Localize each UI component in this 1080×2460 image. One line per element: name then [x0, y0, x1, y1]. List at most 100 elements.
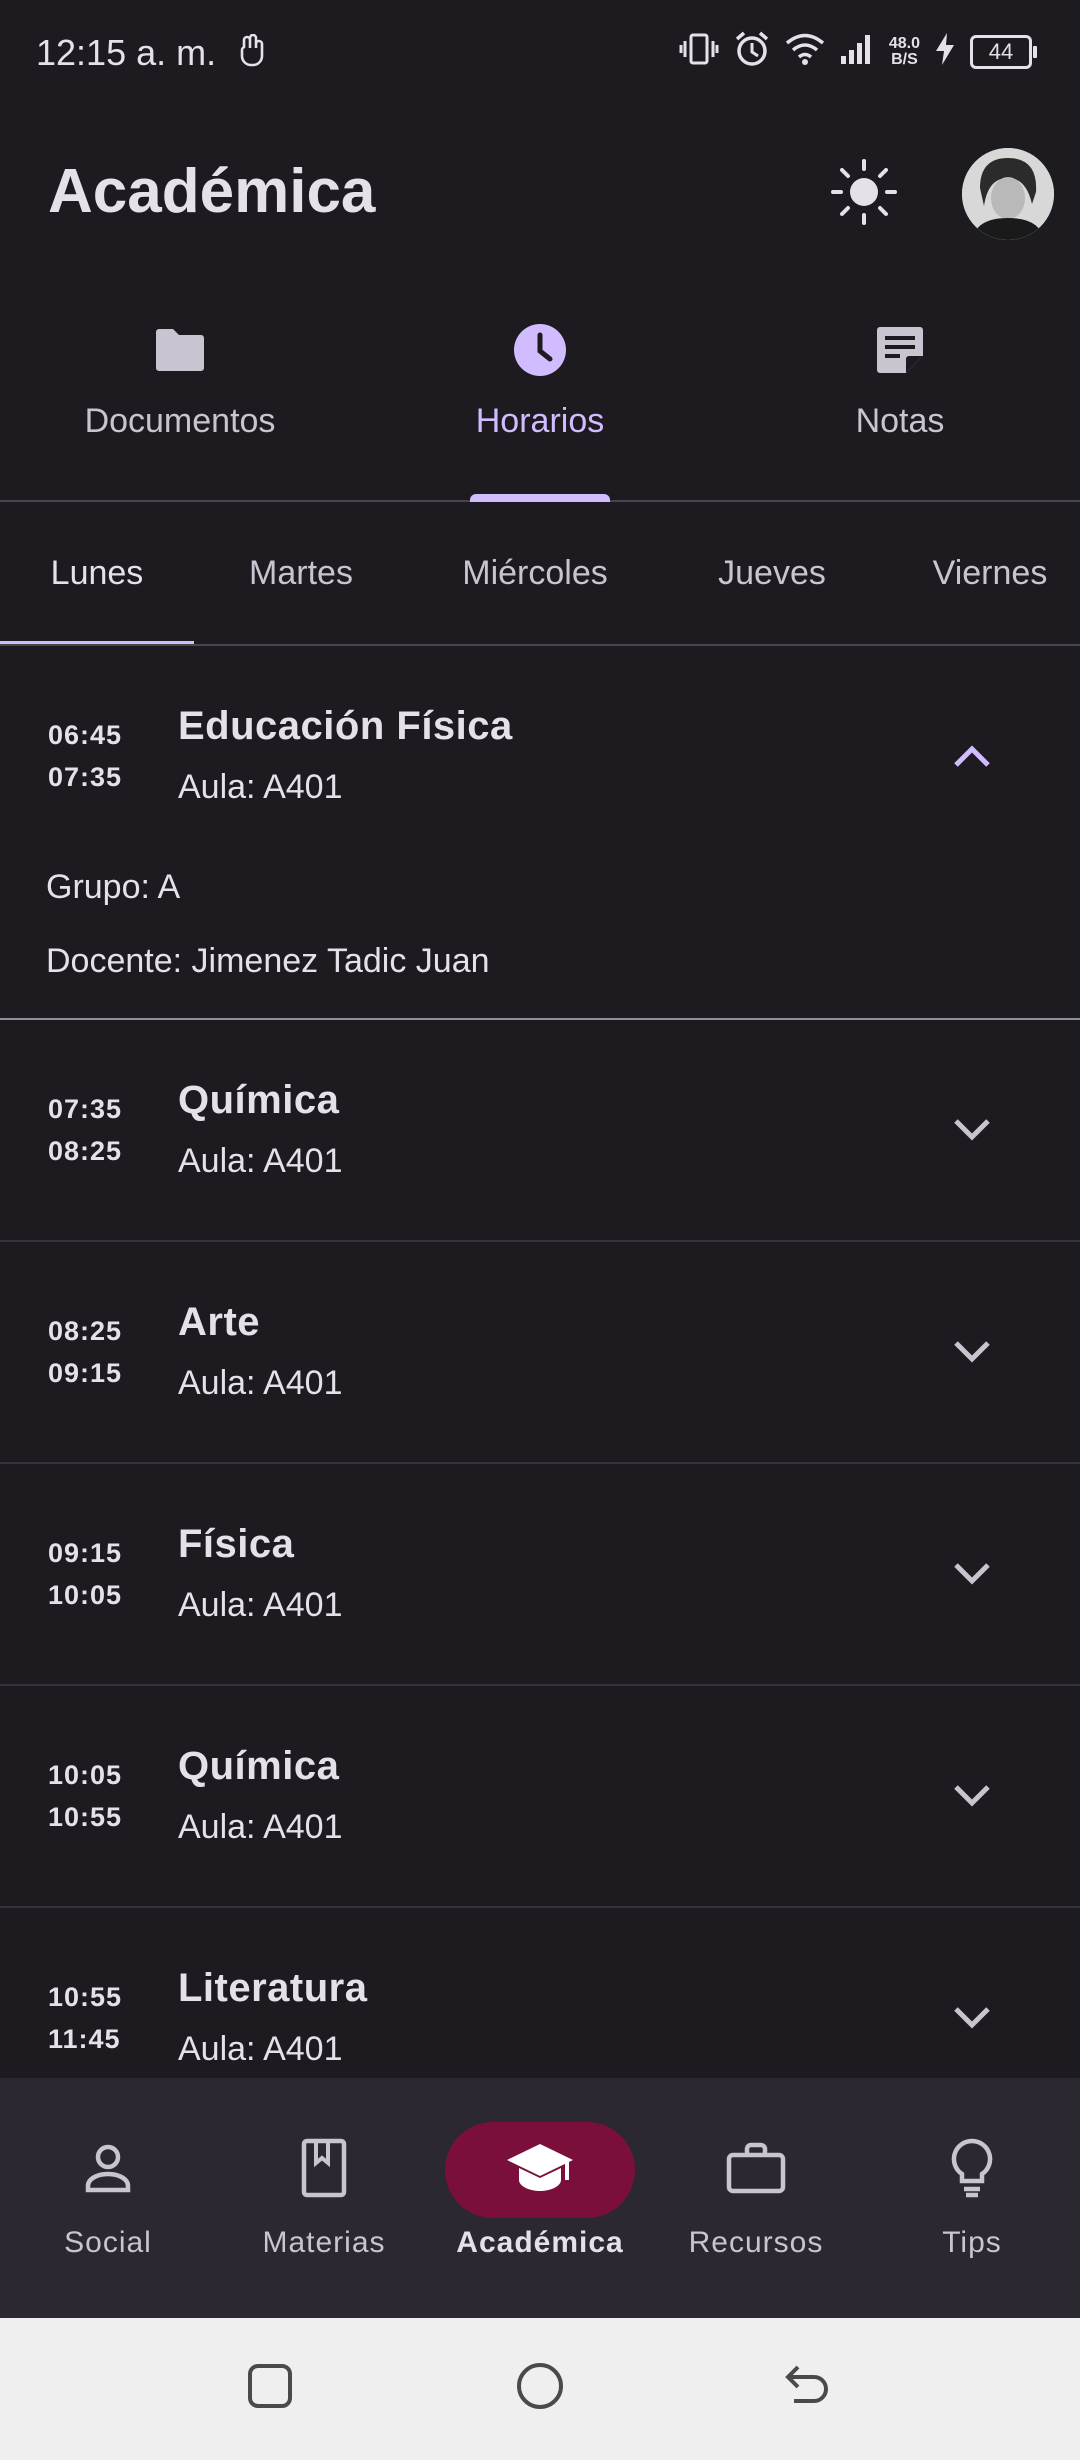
end-time: 09:15	[48, 1358, 123, 1388]
book-icon	[296, 2138, 352, 2203]
status-time: 12:15 a. m.	[36, 32, 217, 73]
graduation-cap-icon	[505, 2140, 575, 2201]
collapse-button[interactable]	[946, 732, 998, 784]
nav-item-academica[interactable]: Académica	[432, 2078, 648, 2318]
expand-button[interactable]	[946, 1550, 998, 1602]
app-bar: Académica	[0, 110, 1080, 280]
day-tab-label: Viernes	[932, 553, 1048, 592]
end-time: 07:35	[48, 762, 123, 792]
chevron-down-icon	[952, 1783, 992, 1814]
chevron-up-icon	[952, 743, 992, 774]
signal-icon	[839, 32, 875, 71]
day-tab-label: Martes	[249, 553, 353, 592]
class-times: 10:05 10:55	[48, 1754, 122, 1838]
nav-icon-container	[661, 2122, 851, 2218]
start-time: 07:35	[48, 1094, 123, 1124]
expand-button[interactable]	[946, 1328, 998, 1380]
nav-label: Recursos	[688, 2226, 824, 2259]
nav-icon-container	[229, 2122, 419, 2218]
nav-item-recursos[interactable]: Recursos	[648, 2078, 864, 2318]
class-times: 08:25 09:15	[48, 1310, 122, 1394]
expand-button[interactable]	[946, 1772, 998, 1824]
nav-item-materias[interactable]: Materias	[216, 2078, 432, 2318]
nav-label: Social	[64, 2226, 152, 2259]
hand-icon	[238, 33, 266, 73]
nav-icon-container	[445, 2122, 635, 2218]
back-button[interactable]	[778, 2358, 838, 2418]
tab-label: Notas	[855, 402, 945, 440]
theme-toggle-button[interactable]	[824, 154, 904, 234]
end-time: 08:25	[48, 1136, 123, 1166]
subject-name: Química	[178, 1744, 340, 1788]
nav-icon-container	[13, 2122, 203, 2218]
active-tab-indicator	[470, 494, 610, 502]
primary-tabs: Documentos Horarios Notas	[0, 300, 1080, 502]
nav-label: Materias	[262, 2226, 386, 2259]
end-time: 10:55	[48, 1802, 123, 1832]
class-times: 10:55 11:45	[48, 1976, 122, 2060]
day-tab-label: Lunes	[50, 553, 144, 592]
schedule-item[interactable]: 10:55 11:45 Literatura Aula: A401	[0, 1908, 1080, 2078]
person-icon	[80, 2140, 136, 2201]
expand-button[interactable]	[946, 1106, 998, 1158]
chevron-down-icon	[952, 2005, 992, 2036]
net-speed-value: 48.0	[888, 34, 920, 52]
nav-icon-container	[877, 2122, 1067, 2218]
schedule-list: 06:45 07:35 Educación Física Aula: A401 …	[0, 646, 1080, 2078]
nav-item-social[interactable]: Social	[0, 2078, 216, 2318]
tab-documentos[interactable]: Documentos	[0, 300, 360, 500]
group-text: Grupo: A	[46, 868, 181, 906]
class-times: 07:35 08:25	[48, 1088, 122, 1172]
tab-viernes[interactable]: Viernes	[900, 502, 1080, 644]
schedule-item[interactable]: 07:35 08:25 Química Aula: A401	[0, 1020, 1080, 1242]
clock-icon	[512, 320, 568, 380]
chevron-down-icon	[952, 1561, 992, 1592]
nav-label: Tips	[942, 2226, 1002, 2259]
net-speed: 48.0 B/S	[888, 34, 920, 68]
subject-name: Arte	[178, 1300, 261, 1344]
bottom-navigation: Social Materias Académica Recursos Tips	[0, 2078, 1080, 2318]
nav-label: Académica	[456, 2226, 624, 2259]
tab-martes[interactable]: Martes	[216, 502, 386, 644]
tab-notas[interactable]: Notas	[720, 300, 1080, 500]
chevron-down-icon	[952, 1117, 992, 1148]
classroom: Aula: A401	[178, 1364, 343, 1402]
nav-item-tips[interactable]: Tips	[864, 2078, 1080, 2318]
classroom: Aula: A401	[178, 2030, 343, 2068]
start-time: 10:05	[48, 1760, 123, 1790]
tab-label: Horarios	[475, 402, 605, 440]
day-tabs: Lunes Martes Miércoles Jueves Viernes	[0, 502, 1080, 646]
tab-miercoles[interactable]: Miércoles	[430, 502, 640, 644]
note-icon	[874, 320, 926, 380]
expand-button[interactable]	[946, 1994, 998, 2046]
subject-name: Física	[178, 1522, 295, 1566]
classroom: Aula: A401	[178, 768, 343, 806]
day-tab-label: Miércoles	[462, 553, 608, 592]
schedule-item[interactable]: 06:45 07:35 Educación Física Aula: A401 …	[0, 646, 1080, 1020]
vibrate-icon	[679, 31, 719, 72]
start-time: 10:55	[48, 1982, 123, 2012]
alarm-icon	[733, 30, 771, 73]
schedule-item[interactable]: 10:05 10:55 Química Aula: A401	[0, 1686, 1080, 1908]
subject-name: Educación Física	[178, 704, 513, 748]
day-tab-label: Jueves	[718, 553, 826, 592]
class-times: 06:45 07:35	[48, 714, 122, 798]
avatar[interactable]	[962, 148, 1054, 240]
tab-horarios[interactable]: Horarios	[360, 300, 720, 502]
page-title: Académica	[48, 157, 376, 226]
chevron-down-icon	[952, 1339, 992, 1370]
tab-lunes[interactable]: Lunes	[0, 502, 194, 644]
status-bar: 12:15 a. m. 48.0 B/S 44	[0, 0, 1080, 110]
system-navigation-bar	[0, 2318, 1080, 2460]
recent-apps-button[interactable]	[240, 2358, 300, 2418]
schedule-item[interactable]: 08:25 09:15 Arte Aula: A401	[0, 1242, 1080, 1464]
net-speed-unit: B/S	[891, 50, 918, 68]
start-time: 08:25	[48, 1316, 123, 1346]
tab-jueves[interactable]: Jueves	[680, 502, 864, 644]
circle-icon	[515, 2361, 565, 2416]
schedule-item[interactable]: 09:15 10:05 Física Aula: A401	[0, 1464, 1080, 1686]
lightbulb-icon	[948, 2137, 996, 2204]
classroom: Aula: A401	[178, 1586, 343, 1624]
subject-name: Química	[178, 1078, 340, 1122]
home-button[interactable]	[510, 2358, 570, 2418]
